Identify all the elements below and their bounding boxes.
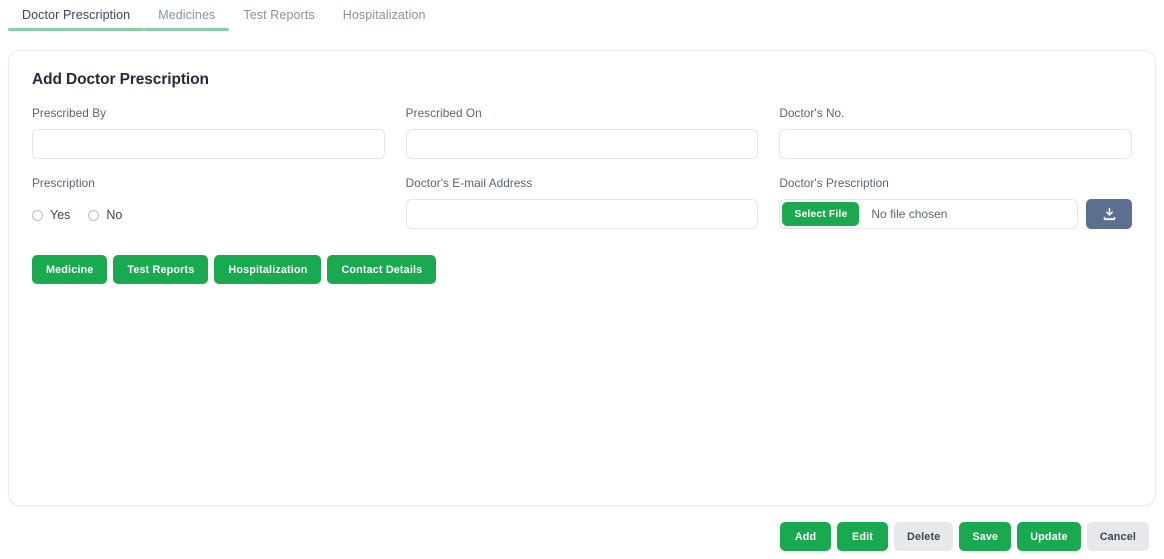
field-doctors-email: Doctor's E-mail Address <box>405 176 759 229</box>
tab-label: Doctor Prescription <box>22 8 131 22</box>
download-icon <box>1102 207 1117 222</box>
cancel-button[interactable]: Cancel <box>1086 522 1149 551</box>
test-reports-button[interactable]: Test Reports <box>113 255 209 284</box>
field-doctors-prescription: Doctor's Prescription Select File No fil… <box>779 176 1133 229</box>
add-button[interactable]: Add <box>780 522 832 551</box>
upload-file-button[interactable] <box>1086 199 1133 229</box>
field-prescribed-by: Prescribed By <box>32 106 385 159</box>
field-label: Doctor's E-mail Address <box>405 176 533 190</box>
file-status-text: No file chosen <box>871 207 948 221</box>
tab-active-underline <box>8 28 145 31</box>
prescription-radio-group: Yes No <box>32 199 385 229</box>
tab-medicines[interactable]: Medicines <box>144 0 230 31</box>
doctors-email-input[interactable] <box>405 199 759 229</box>
tab-doctor-prescription[interactable]: Doctor Prescription <box>8 0 145 31</box>
field-doctors-no: Doctor's No. <box>779 106 1133 159</box>
file-upload-row: Select File No file chosen <box>779 199 1133 229</box>
prescribed-by-input[interactable] <box>32 129 385 159</box>
radio-option-no[interactable]: No <box>88 208 122 222</box>
medicine-button[interactable]: Medicine <box>32 255 108 284</box>
field-label: Doctor's Prescription <box>779 176 889 190</box>
prescribed-on-input[interactable] <box>405 129 759 159</box>
save-button[interactable]: Save <box>959 522 1012 551</box>
field-label: Prescription <box>32 176 95 190</box>
footer-button-bar: Add Edit Delete Save Update Cancel <box>0 522 1164 551</box>
field-prescribed-on: Prescribed On <box>405 106 759 159</box>
field-label: Prescribed On <box>405 106 482 120</box>
prescription-card: Add Doctor Prescription Prescribed By Pr… <box>8 50 1156 506</box>
tab-label: Test Reports <box>243 8 315 22</box>
tab-label: Hospitalization <box>342 8 426 22</box>
tab-bar: Doctor Prescription Medicines Test Repor… <box>0 0 1164 34</box>
doctors-no-input[interactable] <box>779 129 1133 159</box>
delete-button[interactable]: Delete <box>894 522 954 551</box>
radio-label: Yes <box>50 208 71 222</box>
radio-circle-icon <box>32 209 43 221</box>
select-file-button[interactable]: Select File <box>782 202 860 226</box>
tab-label: Medicines <box>158 8 216 22</box>
update-button[interactable]: Update <box>1017 522 1081 551</box>
edit-button[interactable]: Edit <box>837 522 889 551</box>
tab-active-underline <box>144 28 230 31</box>
page-title: Add Doctor Prescription <box>32 71 209 88</box>
radio-option-yes[interactable]: Yes <box>32 208 70 222</box>
radio-circle-icon <box>88 209 100 221</box>
field-prescription: Prescription Yes No <box>32 176 385 229</box>
field-label: Doctor's No. <box>779 106 845 120</box>
section-button-row: Medicine Test Reports Hospitalization Co… <box>23 255 1141 284</box>
hospitalization-button[interactable]: Hospitalization <box>214 255 322 284</box>
tab-test-reports[interactable]: Test Reports <box>229 0 328 24</box>
tab-hospitalization[interactable]: Hospitalization <box>329 0 440 24</box>
form-row-2: Prescription Yes No Doctor's E-mail Addr… <box>23 176 1141 229</box>
field-label: Prescribed By <box>32 106 107 120</box>
file-input-shell[interactable]: Select File No file chosen <box>779 199 1079 229</box>
radio-label: No <box>106 208 123 222</box>
form-row-1: Prescribed By Prescribed On Doctor's No. <box>23 106 1141 159</box>
contact-details-button[interactable]: Contact Details <box>327 255 437 284</box>
